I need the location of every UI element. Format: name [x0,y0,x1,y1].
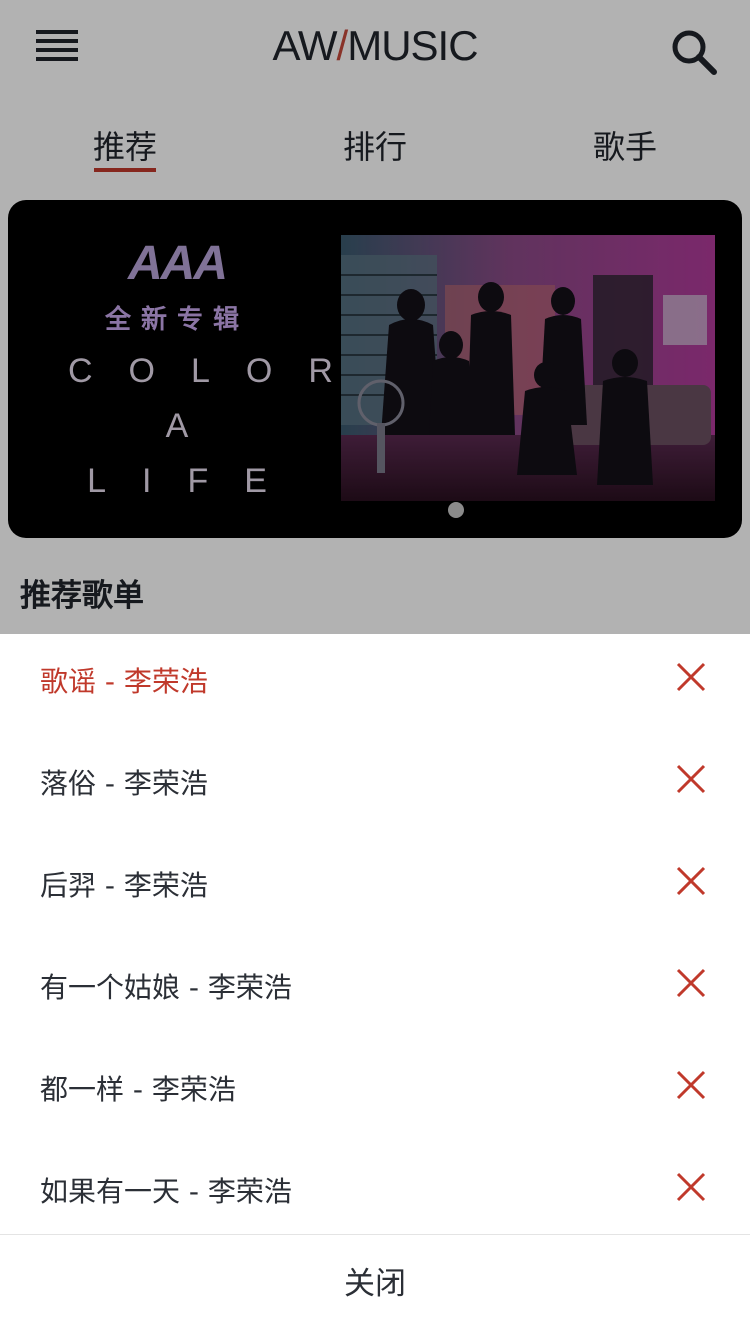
close-x-icon[interactable] [676,968,706,998]
playlist-item[interactable]: 后羿 - 李荣浩 [0,838,750,940]
close-x-icon[interactable] [676,662,706,692]
playlist-sheet: 歌谣 - 李荣浩 落俗 - 李荣浩 后羿 - 李荣浩 有一个姑娘 - 李荣浩 都… [0,634,750,1334]
song-title: 后羿 - 李荣浩 [40,869,208,902]
song-title: 如果有一天 - 李荣浩 [40,1175,292,1208]
playlist-item[interactable]: 都一样 - 李荣浩 [0,1042,750,1144]
song-title: 歌谣 - 李荣浩 [40,665,208,698]
song-title: 都一样 - 李荣浩 [40,1073,236,1106]
playlist-item[interactable]: 歌谣 - 李荣浩 [0,634,750,736]
close-sheet-button[interactable]: 关闭 [0,1235,750,1334]
playlist-item[interactable]: 落俗 - 李荣浩 [0,736,750,838]
song-title: 有一个姑娘 - 李荣浩 [40,971,292,1004]
playlist-item[interactable]: 有一个姑娘 - 李荣浩 [0,940,750,1042]
close-x-icon[interactable] [676,1070,706,1100]
close-x-icon[interactable] [676,764,706,794]
playlist-item[interactable]: 如果有一天 - 李荣浩 [0,1144,750,1246]
song-title: 落俗 - 李荣浩 [40,767,208,800]
playlist: 歌谣 - 李荣浩 落俗 - 李荣浩 后羿 - 李荣浩 有一个姑娘 - 李荣浩 都… [0,634,750,1246]
close-x-icon[interactable] [676,866,706,896]
close-x-icon[interactable] [676,1172,706,1202]
